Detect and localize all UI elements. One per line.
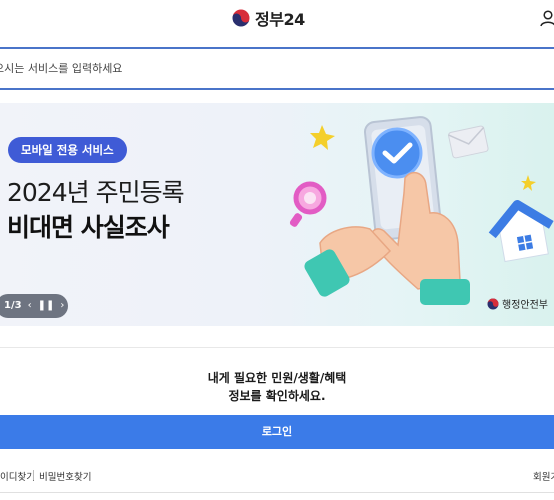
login-message-line1: 내게 필요한 민원/생활/혜택 <box>207 371 347 385</box>
phone-check-illustration <box>289 116 554 305</box>
banner-controls: 1/3 ‹ ❚❚ › <box>0 294 68 318</box>
chevron-left-icon[interactable]: ‹ <box>28 294 32 318</box>
banner-page-indicator: 1/3 <box>4 300 22 311</box>
login-message-line2: 정보를 확인하세요. <box>228 389 326 403</box>
user-icon[interactable] <box>539 9 554 27</box>
signup-link[interactable]: 회원가 <box>533 469 554 483</box>
login-button[interactable]: 로그인 <box>0 415 554 449</box>
logo[interactable]: 정부24 <box>231 7 305 29</box>
pause-icon[interactable]: ❚❚ <box>38 294 55 318</box>
banner-title-line2: 비대면 사실조사 <box>7 213 170 242</box>
find-id-link[interactable]: 이디찾기 <box>0 469 35 483</box>
section-divider <box>0 347 554 348</box>
find-password-link[interactable]: 비밀번호찾기 <box>39 469 91 483</box>
mobile-service-tag: 모바일 전용 서비스 <box>8 137 127 163</box>
taegeuk-icon <box>487 298 499 309</box>
bottom-divider <box>0 492 554 493</box>
chevron-right-icon[interactable]: › <box>60 294 64 318</box>
taegeuk-logo-icon <box>231 8 251 28</box>
ministry-logo: 행정안전부 <box>487 296 548 311</box>
footer-separator <box>33 470 34 480</box>
ministry-name: 행정안전부 <box>502 300 548 311</box>
banner-title-line1: 2024년 주민등록 <box>7 178 185 207</box>
search-input[interactable] <box>0 49 548 88</box>
search-bar <box>0 47 554 90</box>
promo-banner[interactable]: 모바일 전용 서비스 2024년 주민등록 비대면 사실조사 1/3 ‹ ❚❚ … <box>0 103 554 326</box>
header: 정부24 <box>0 0 554 37</box>
logo-text: 정부24 <box>255 10 305 29</box>
